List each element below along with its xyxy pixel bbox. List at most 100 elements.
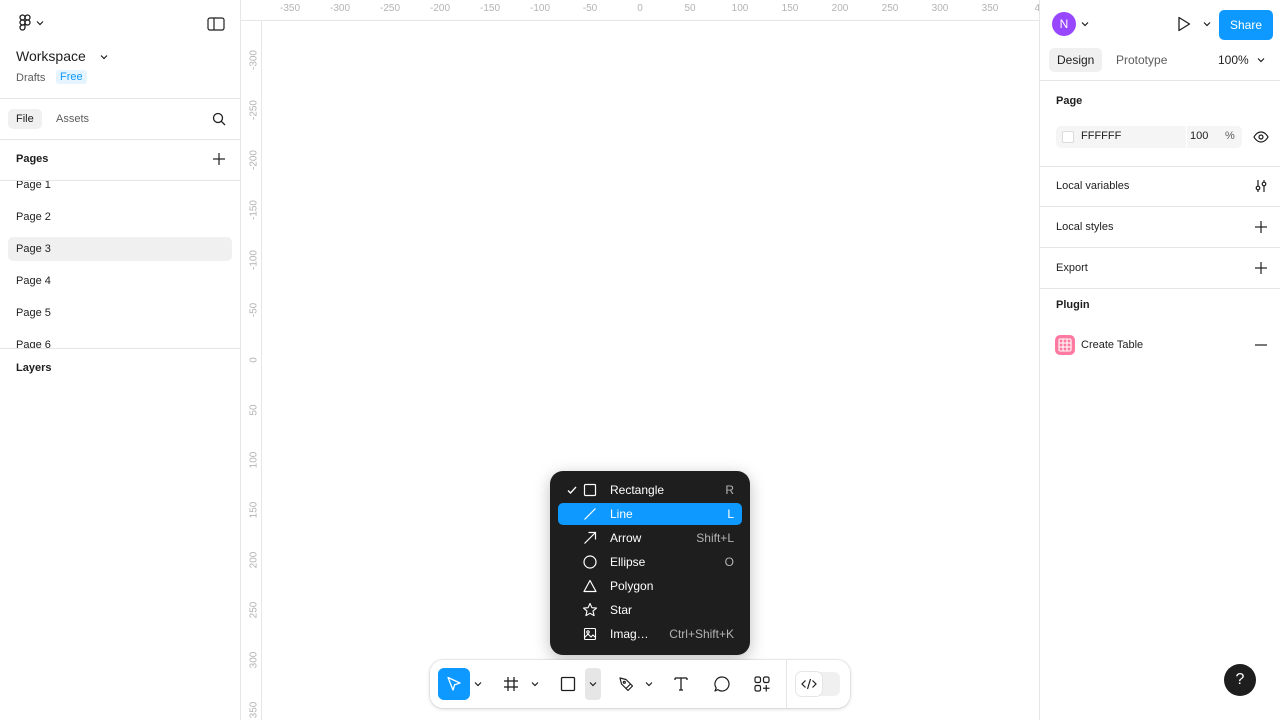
ruler-tick: 150 xyxy=(248,501,260,519)
left-sidebar: Workspace Drafts Free File Assets Pages … xyxy=(0,0,241,720)
tab-file[interactable]: File xyxy=(8,109,42,129)
comment-icon xyxy=(713,675,731,693)
plan-badge: Free xyxy=(56,70,87,84)
cursor-icon xyxy=(445,675,463,693)
menu-item-label: Arrow xyxy=(610,531,642,545)
help-button[interactable]: ? xyxy=(1224,664,1256,696)
ruler-tick: 0 xyxy=(248,357,260,363)
remove-plugin-icon[interactable] xyxy=(1254,338,1268,352)
main-menu-chevron-icon[interactable] xyxy=(35,18,45,28)
actions-button[interactable] xyxy=(746,668,778,700)
ruler-tick: 250 xyxy=(881,3,899,14)
ruler-tick: 50 xyxy=(248,404,260,416)
ruler-tick: -250 xyxy=(248,100,260,121)
workspace-title[interactable]: Workspace xyxy=(16,48,86,64)
menu-item-shortcut: L xyxy=(727,507,734,521)
pen-icon xyxy=(617,675,635,693)
menu-item-star[interactable]: Star xyxy=(558,599,742,621)
ruler-tick: 50 xyxy=(684,3,696,14)
page-item-3[interactable]: Page 3 xyxy=(8,237,232,261)
zoom-level[interactable]: 100% xyxy=(1218,53,1249,67)
ruler-tick: 250 xyxy=(248,601,260,619)
dev-mode-toggle[interactable] xyxy=(796,672,840,696)
comment-tool-button[interactable] xyxy=(706,668,738,700)
ruler-tick: 200 xyxy=(248,551,260,569)
table-plugin-icon[interactable] xyxy=(1055,335,1075,355)
divider xyxy=(1040,288,1280,289)
page-item-2[interactable]: Page 2 xyxy=(8,205,232,229)
page-opacity-value[interactable]: 100 xyxy=(1190,130,1208,142)
tab-design[interactable]: Design xyxy=(1049,48,1103,72)
menu-item-image[interactable]: Imag… Ctrl+Shift+K xyxy=(558,623,742,645)
add-style-icon[interactable] xyxy=(1254,220,1268,234)
variables-adjust-icon[interactable] xyxy=(1252,178,1270,194)
page-item-6[interactable]: Page 6 xyxy=(8,333,232,348)
frame-tool-chevron-icon[interactable] xyxy=(530,674,540,694)
ellipse-icon xyxy=(582,554,598,570)
eye-icon[interactable] xyxy=(1252,129,1270,145)
toggle-sidebar-icon[interactable] xyxy=(206,14,226,34)
export-label: Export xyxy=(1056,262,1088,274)
move-tool-chevron-icon[interactable] xyxy=(473,674,483,694)
ruler-tick: 350 xyxy=(981,3,999,14)
workspace-chevron-icon[interactable] xyxy=(99,52,109,62)
ruler-tick: -50 xyxy=(582,3,598,14)
menu-item-ellipse[interactable]: Ellipse O xyxy=(558,551,742,573)
arrow-icon xyxy=(582,530,598,546)
right-panel: N Share Design Prototype 100% Page FFFFF… xyxy=(1039,0,1280,720)
ruler-tick: 150 xyxy=(781,3,799,14)
rectangle-icon xyxy=(559,675,577,693)
color-swatch[interactable] xyxy=(1062,131,1074,143)
divider xyxy=(1040,80,1280,81)
pen-tool-chevron-icon[interactable] xyxy=(644,674,654,694)
shape-tool-button[interactable] xyxy=(552,668,584,700)
pen-tool-button[interactable] xyxy=(610,668,642,700)
page-item-5[interactable]: Page 5 xyxy=(8,301,232,325)
pages-section-title: Pages xyxy=(16,153,49,165)
divider xyxy=(0,98,240,99)
star-icon xyxy=(582,602,598,618)
page-section-title: Page xyxy=(1056,95,1083,107)
add-export-icon[interactable] xyxy=(1254,261,1268,275)
menu-item-shortcut: Ctrl+Shift+K xyxy=(669,627,734,641)
menu-item-arrow[interactable]: Arrow Shift+L xyxy=(558,527,742,549)
ruler-top: -350 -300 -250 -200 -150 -100 -50 0 50 1… xyxy=(241,0,1039,21)
shape-tool-chevron-icon[interactable] xyxy=(585,668,601,700)
percent-sign: % xyxy=(1225,130,1235,142)
local-styles-label: Local styles xyxy=(1056,221,1114,233)
search-icon[interactable] xyxy=(210,110,228,128)
present-chevron-icon[interactable] xyxy=(1202,19,1212,29)
ruler-tick: -200 xyxy=(248,150,260,171)
add-page-icon[interactable] xyxy=(211,151,227,167)
tab-prototype[interactable]: Prototype xyxy=(1108,48,1175,72)
zoom-chevron-icon[interactable] xyxy=(1256,55,1266,65)
menu-item-shortcut: O xyxy=(724,555,734,569)
share-button[interactable]: Share xyxy=(1219,10,1273,40)
menu-item-rectangle[interactable]: Rectangle R xyxy=(558,479,742,501)
menu-item-label: Star xyxy=(610,603,633,617)
page-item-4[interactable]: Page 4 xyxy=(8,269,232,293)
plugin-section-title: Plugin xyxy=(1056,299,1090,311)
page-color-hex[interactable]: FFFFFF xyxy=(1081,130,1121,142)
ruler-tick: -250 xyxy=(379,3,401,14)
local-variables-label[interactable]: Local variables xyxy=(1056,180,1129,192)
page-color-field[interactable]: FFFFFF 100 % xyxy=(1056,126,1242,148)
frame-icon xyxy=(502,675,520,693)
ruler-tick: -100 xyxy=(529,3,551,14)
ruler-tick: 200 xyxy=(831,3,849,14)
present-play-icon[interactable] xyxy=(1174,14,1194,34)
menu-item-line[interactable]: Line L xyxy=(558,503,742,525)
page-item-1[interactable]: Page 1 xyxy=(8,181,232,197)
figma-logo-icon[interactable] xyxy=(16,14,34,32)
text-tool-button[interactable] xyxy=(665,668,697,700)
menu-item-polygon[interactable]: Polygon xyxy=(558,575,742,597)
drafts-link[interactable]: Drafts xyxy=(16,72,45,84)
move-tool-button[interactable] xyxy=(438,668,470,700)
frame-tool-button[interactable] xyxy=(495,668,527,700)
menu-item-label: Imag… xyxy=(610,627,649,641)
tab-assets[interactable]: Assets xyxy=(48,109,97,129)
avatar[interactable]: N xyxy=(1052,12,1076,36)
avatar-chevron-icon[interactable] xyxy=(1080,19,1090,29)
plugin-name[interactable]: Create Table xyxy=(1081,339,1143,351)
bottom-toolbar xyxy=(430,660,850,708)
